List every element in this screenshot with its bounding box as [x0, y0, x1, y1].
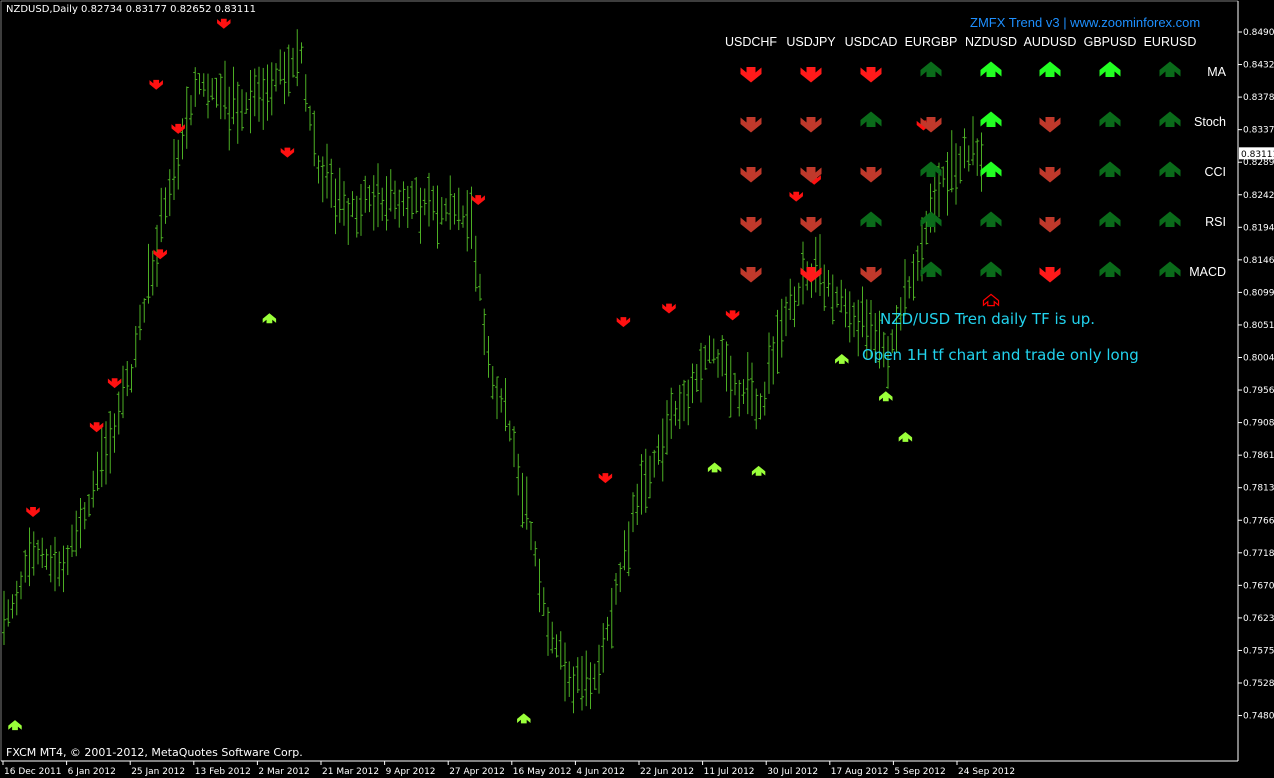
price-tick-label: 0.84320	[1243, 61, 1274, 71]
price-tick-label: 0.79560	[1243, 386, 1274, 396]
trend-note-line2: Open 1H tf chart and trade only long	[862, 346, 1139, 364]
date-tick-label: 5 Sep 2012	[894, 767, 945, 777]
indicator-label-stoch: Stoch	[1194, 115, 1226, 129]
pair-label-eurgbp: EURGBP	[905, 35, 958, 49]
current-price-text: 0.83111	[1241, 150, 1274, 160]
date-tick-label: 25 Jan 2012	[131, 767, 185, 777]
price-tick-label: 0.75280	[1243, 679, 1274, 689]
indicator-label-cci: CCI	[1204, 165, 1226, 179]
brand-link[interactable]: ZMFX Trend v3 | www.zoominforex.com	[970, 15, 1200, 30]
indicator-label-rsi: RSI	[1205, 215, 1226, 229]
price-chart[interactable]: 0.849000.843200.837800.833700.828900.824…	[0, 0, 1274, 778]
price-tick-label: 0.80990	[1243, 288, 1274, 298]
price-tick-label: 0.75750	[1243, 646, 1274, 656]
date-tick-label: 27 Apr 2012	[449, 767, 505, 777]
date-tick-label: 13 Feb 2012	[195, 767, 251, 777]
symbol-header: NZDUSD,Daily 0.82734 0.83177 0.82652 0.8…	[6, 4, 257, 15]
date-tick-label: 21 Mar 2012	[322, 767, 379, 777]
price-tick-label: 0.76700	[1243, 581, 1274, 591]
price-tick-label: 0.83370	[1243, 126, 1274, 136]
pair-label-audusd: AUDUSD	[1024, 35, 1077, 49]
date-tick-label: 2 Mar 2012	[258, 767, 309, 777]
date-tick-label: 22 Jun 2012	[640, 767, 694, 777]
current-price-label: 0.83111	[1239, 147, 1274, 160]
date-tick-label: 16 Dec 2011	[4, 767, 62, 777]
date-tick-label: 16 May 2012	[513, 767, 572, 777]
pair-label-nzdusd: NZDUSD	[965, 35, 1017, 49]
date-tick-label: 17 Aug 2012	[831, 767, 889, 777]
price-tick-label: 0.83780	[1243, 93, 1274, 103]
price-tick-label: 0.81940	[1243, 223, 1274, 233]
pair-label-usdjpy: USDJPY	[786, 35, 836, 49]
price-tick-label: 0.80510	[1243, 321, 1274, 331]
price-tick-label: 0.84900	[1243, 28, 1274, 38]
trend-note-line1: NZD/USD Tren daily TF is up.	[880, 310, 1096, 328]
pair-label-usdcad: USDCAD	[845, 35, 898, 49]
price-tick-label: 0.81460	[1243, 256, 1274, 266]
price-tick-label: 0.77180	[1243, 549, 1274, 559]
date-tick-label: 30 Jul 2012	[767, 767, 818, 777]
price-tick-label: 0.82420	[1243, 191, 1274, 201]
date-tick-label: 4 Jun 2012	[576, 767, 624, 777]
date-tick-label: 11 Jul 2012	[704, 767, 755, 777]
pair-label-eurusd: EURUSD	[1144, 35, 1197, 49]
copyright-text: FXCM MT4, © 2001-2012, MetaQuotes Softwa…	[6, 746, 303, 759]
pair-label-usdchf: USDCHF	[725, 35, 777, 49]
price-tick-label: 0.74800	[1243, 712, 1274, 722]
date-tick-label: 24 Sep 2012	[958, 767, 1015, 777]
price-tick-label: 0.78130	[1243, 484, 1274, 494]
price-tick-label: 0.78610	[1243, 451, 1274, 461]
date-tick-label: 9 Apr 2012	[386, 767, 436, 777]
indicator-label-ma: MA	[1207, 65, 1226, 79]
price-tick-label: 0.80040	[1243, 354, 1274, 364]
indicator-label-macd: MACD	[1189, 265, 1226, 279]
price-tick-label: 0.76230	[1243, 614, 1274, 624]
price-tick-label: 0.77660	[1243, 516, 1274, 526]
date-tick-label: 6 Jan 2012	[68, 767, 116, 777]
pair-label-gbpusd: GBPUSD	[1084, 35, 1137, 49]
price-tick-label: 0.79080	[1243, 419, 1274, 429]
